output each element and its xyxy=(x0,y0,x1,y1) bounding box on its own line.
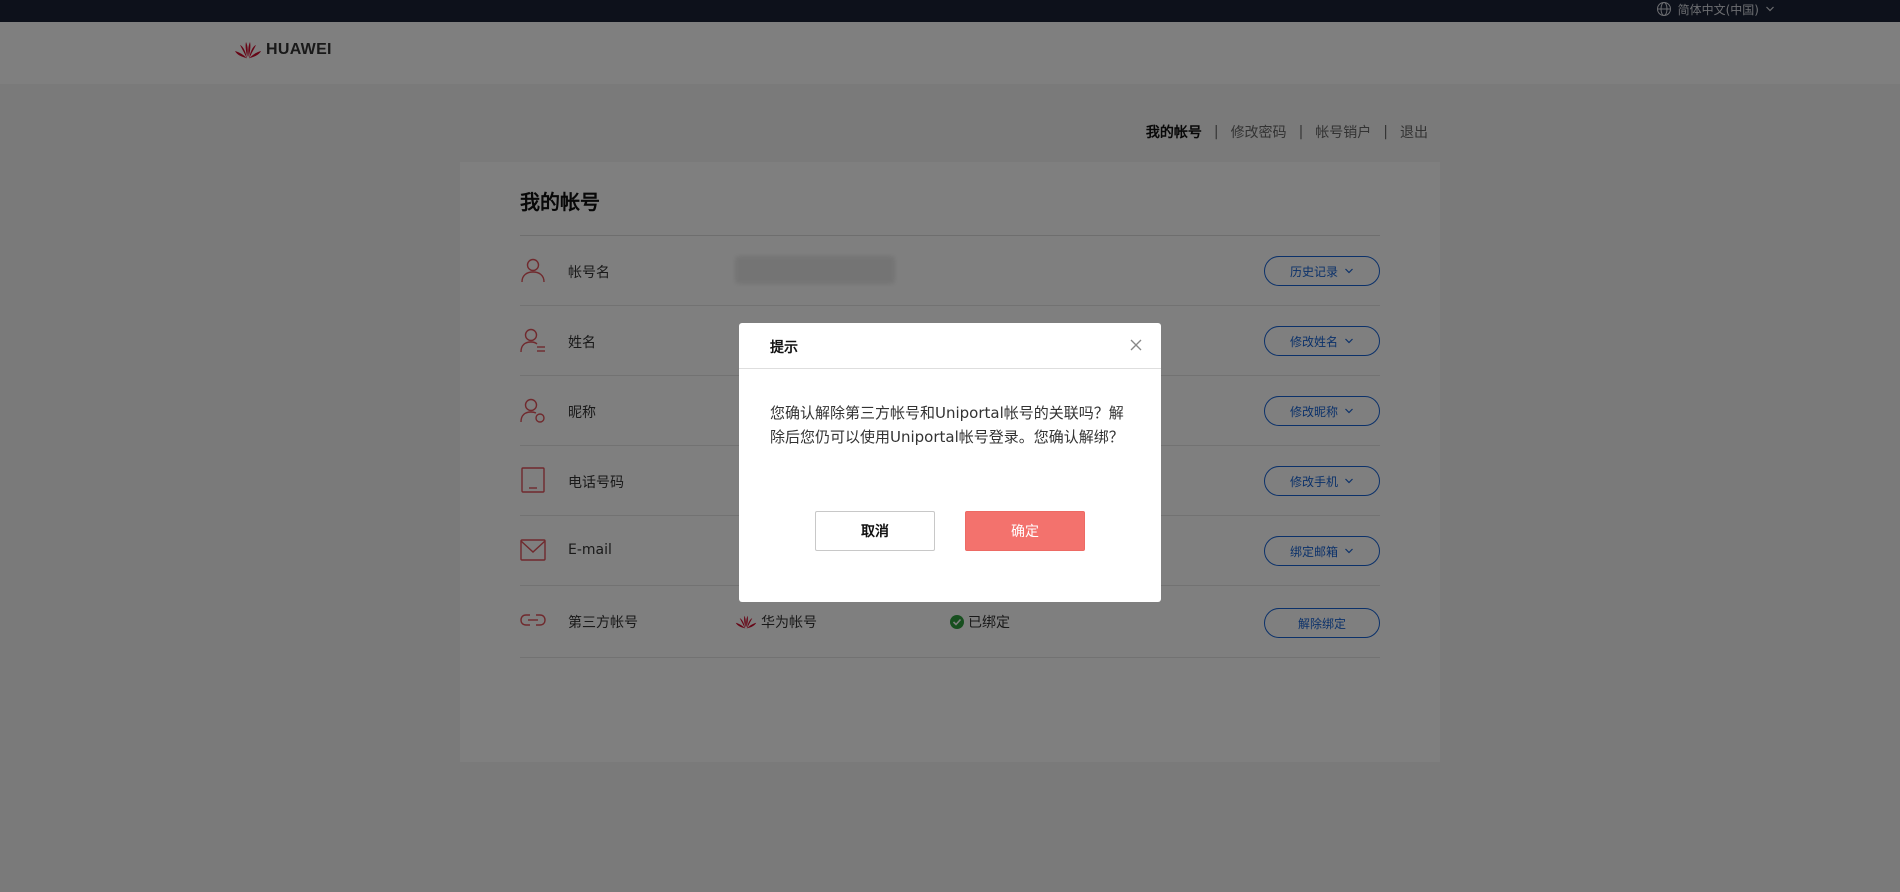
dialog-title: 提示 xyxy=(770,340,798,356)
confirm-button[interactable]: 确定 xyxy=(965,511,1085,551)
cancel-button[interactable]: 取消 xyxy=(815,511,935,551)
dialog-message: 您确认解除第三方帐号和Uniportal帐号的关联吗？解除后您仍可以使用Unip… xyxy=(770,404,1124,446)
close-icon[interactable] xyxy=(1129,338,1143,352)
dialog-divider xyxy=(739,368,1161,369)
confirm-dialog: 提示 您确认解除第三方帐号和Uniportal帐号的关联吗？解除后您仍可以使用U… xyxy=(739,323,1161,602)
